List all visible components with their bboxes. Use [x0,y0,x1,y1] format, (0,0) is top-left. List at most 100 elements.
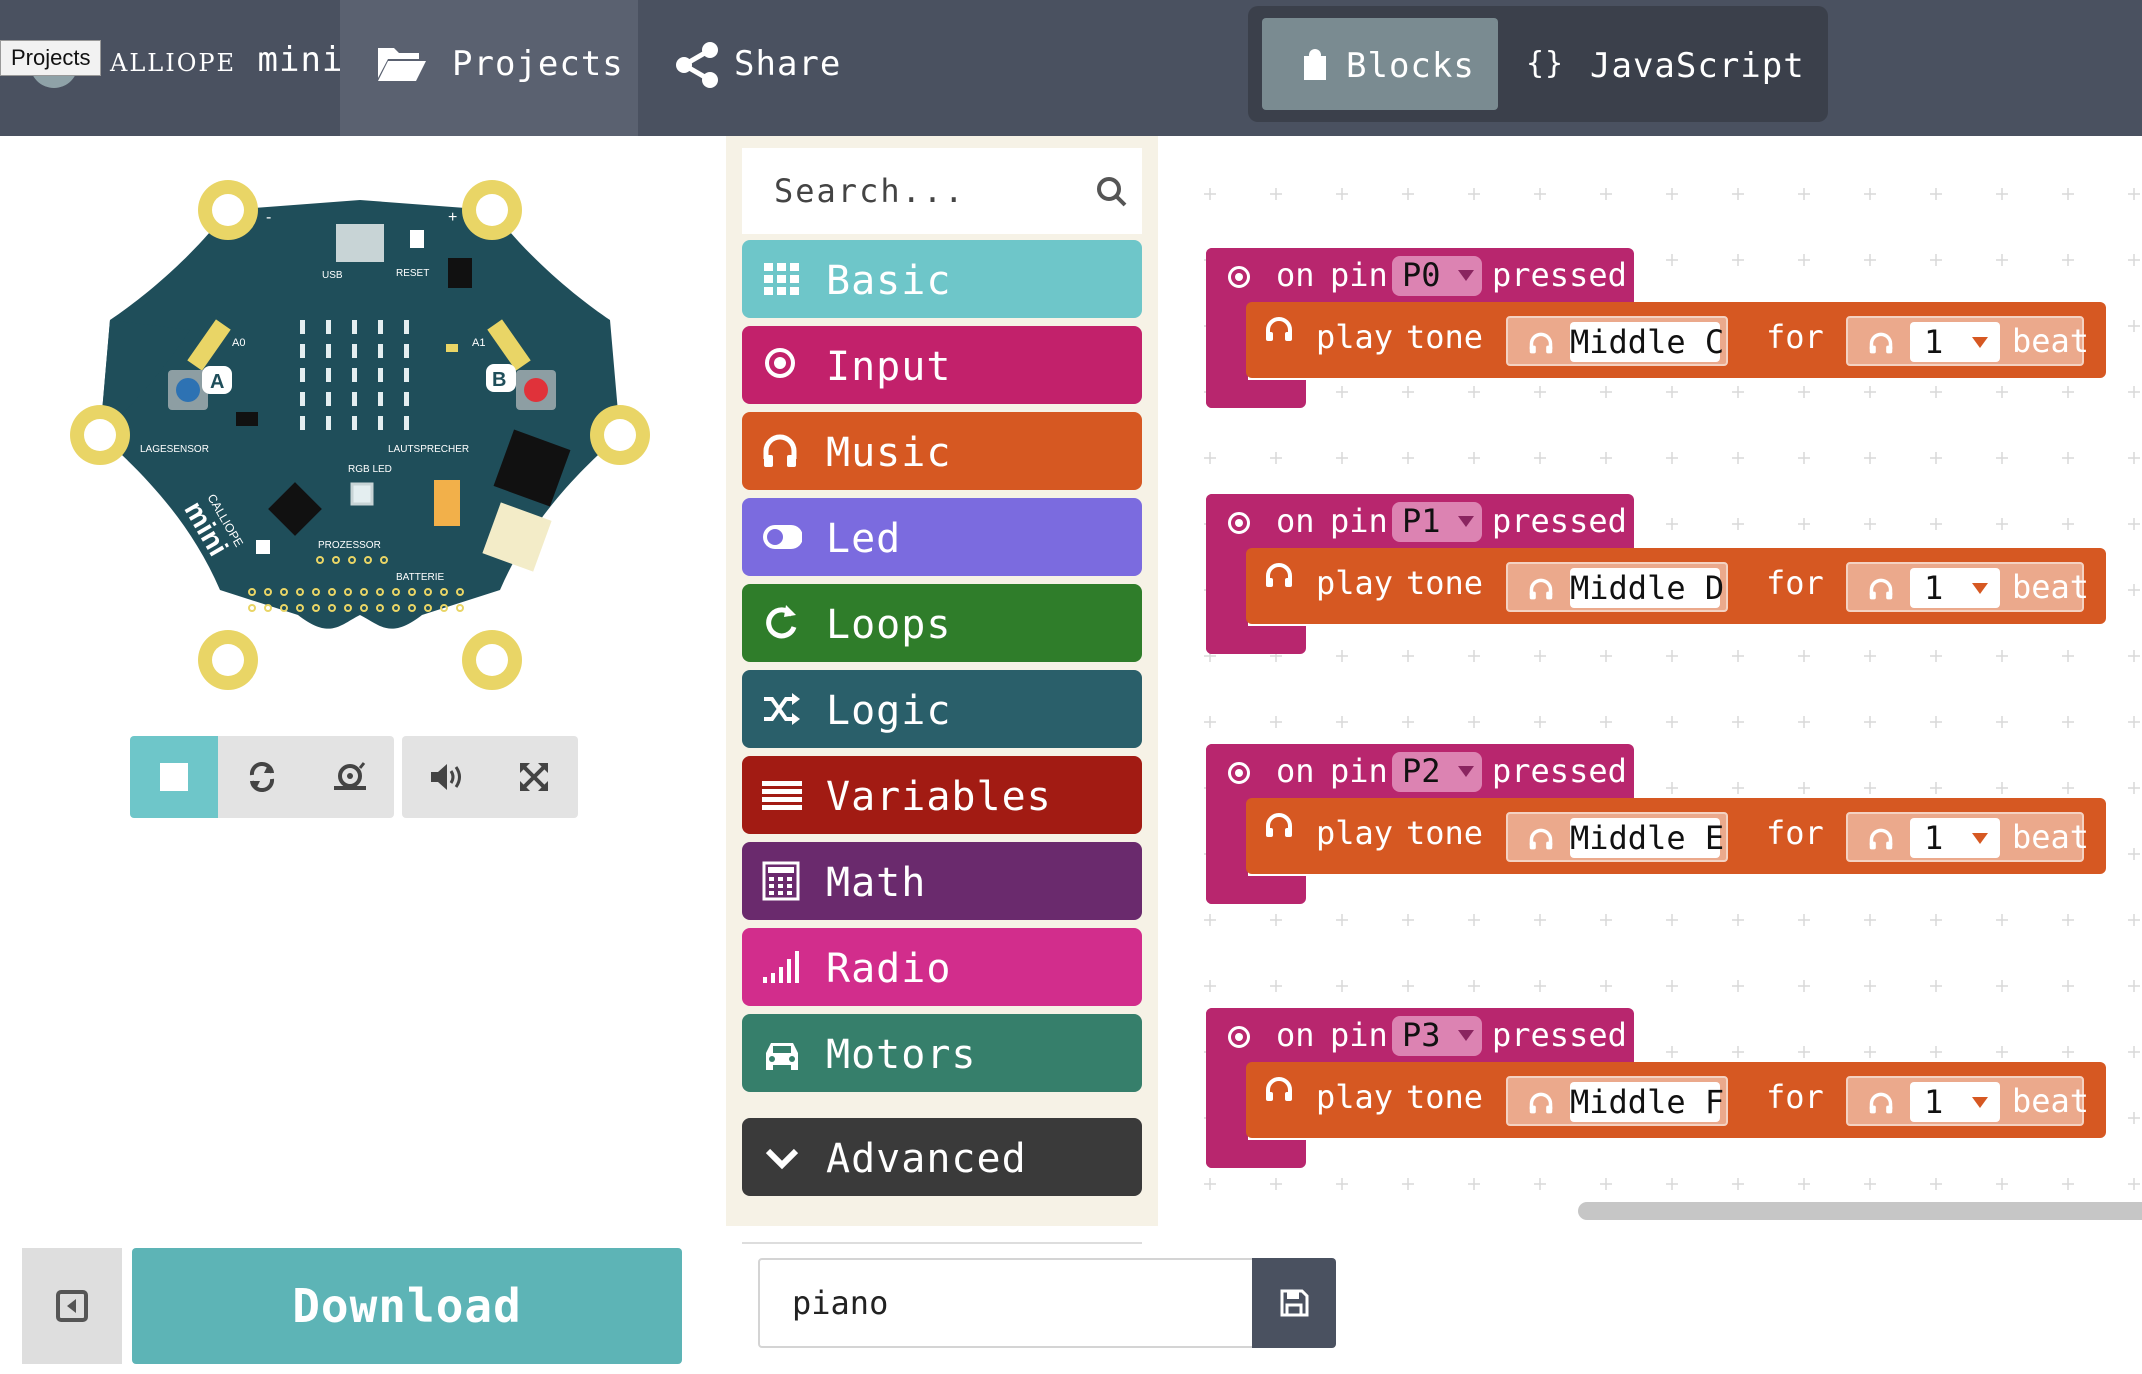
note-field[interactable]: Middle D [1506,562,1728,612]
pin-word-label: pin [1330,1016,1388,1054]
dropdown-arrow-icon [1972,1097,1988,1108]
beat-dropdown[interactable]: 1 [1910,568,2000,608]
grid-mark [2062,914,2074,926]
on-pin-pressed-block[interactable]: on pin P3 pressed play tone Middle F for… [1206,1008,2106,1178]
category-basic[interactable]: Basic [742,240,1142,318]
beat-dropdown[interactable]: 1 [1910,818,2000,858]
grid-mark [1996,716,2008,728]
restart-button[interactable] [218,736,306,818]
download-button[interactable]: Download [132,1248,682,1364]
beat-dropdown[interactable]: 1 [1910,322,2000,362]
grid-mark [1270,980,1282,992]
note-value[interactable]: Middle D [1570,568,1724,608]
dropdown-arrow-icon [1972,583,1988,594]
javascript-mode-button[interactable]: {} JavaScript [1498,18,1814,110]
pin-dropdown[interactable]: P3 [1392,1016,1482,1056]
slow-motion-button[interactable] [306,736,394,818]
category-radio[interactable]: Radio [742,928,1142,1006]
reset-button[interactable] [410,230,424,248]
category-music[interactable]: Music [742,412,1142,490]
mute-button[interactable] [402,736,490,818]
play-tone-block[interactable]: play tone Middle F for 1 beat [1246,1062,2106,1138]
play-tone-block[interactable]: play tone Middle E for 1 beat [1246,798,2106,874]
grid-mark [1996,1178,2008,1190]
grid-mark [1402,914,1414,926]
pin-dropdown[interactable]: P1 [1392,502,1482,542]
grid-mark [2128,716,2140,728]
grid-mark [2128,254,2140,266]
pin-event-icon [1228,266,1250,288]
category-math[interactable]: Math [742,842,1142,920]
grid-mark [1204,914,1216,926]
category-label: Led [826,516,902,562]
stop-button[interactable] [130,736,218,818]
headphones-icon [1529,332,1553,354]
category-motors[interactable]: Motors [742,1014,1142,1092]
beat-field[interactable]: 1 beat [1846,562,2089,612]
headphones-icon [1266,563,1292,587]
collapse-simulator-button[interactable] [22,1248,122,1364]
category-logic[interactable]: Logic [742,670,1142,748]
event-block-footer [1206,876,1306,904]
on-pin-pressed-block[interactable]: on pin P1 pressed play tone Middle D for… [1206,494,2106,664]
grid-mark [1732,188,1744,200]
grid-mark [1534,716,1546,728]
on-label: on [1276,502,1315,540]
dropdown-arrow-icon [1972,337,1988,348]
category-loops[interactable]: Loops [742,584,1142,662]
note-field[interactable]: Middle F [1506,1076,1728,1126]
grid-mark [1600,188,1612,200]
beat-field[interactable]: 1 beat [1846,812,2089,862]
grid-mark [1798,914,1810,926]
grid-mark [1666,452,1678,464]
pin-1-label: 1 [268,648,274,659]
workspace-horizontal-scrollbar[interactable] [1578,1202,2142,1220]
share-button[interactable]: Share [638,0,858,136]
note-field[interactable]: Middle C [1506,316,1728,366]
grid-mark [1930,980,1942,992]
beat-field[interactable]: 1 beat [1846,1076,2089,1126]
pressed-label: pressed [1492,256,1627,294]
save-button[interactable] [1252,1258,1336,1348]
beat-dropdown[interactable]: 1 [1910,1082,2000,1122]
projects-button[interactable]: Projects [340,0,638,136]
grid-mark [1270,452,1282,464]
blocks-mode-button[interactable]: Blocks [1262,18,1498,110]
play-tone-block[interactable]: play tone Middle D for 1 beat [1246,548,2106,624]
category-input[interactable]: Input [742,326,1142,404]
beat-field[interactable]: 1 beat [1846,316,2089,366]
grid-mark [1732,452,1744,464]
project-name-input[interactable] [760,1260,1252,1346]
search-input[interactable] [742,148,1082,234]
projects-tooltip: Projects [0,40,102,76]
pin-dropdown[interactable]: P2 [1392,752,1482,792]
grid-mark [1732,980,1744,992]
calliope-mini-simulator[interactable]: USB RESET - + A0 A1 A B LAGESENSOR LAUTS… [60,170,660,700]
folder-open-icon [378,48,426,81]
search-icon[interactable] [1096,176,1128,208]
for-label: for [1766,814,1824,852]
brand-title: ALLIOPE mini [110,40,344,80]
on-pin-pressed-block[interactable]: on pin P2 pressed play tone Middle E for… [1206,744,2106,914]
dropdown-arrow-icon [1458,270,1474,281]
plus-label: + [448,209,457,226]
expand-icon [520,763,548,791]
pin-word-label: pin [1330,502,1388,540]
note-value[interactable]: Middle F [1570,1082,1724,1122]
category-advanced[interactable]: Advanced [742,1118,1142,1196]
note-field[interactable]: Middle E [1506,812,1728,862]
category-variables[interactable]: Variables [742,756,1142,834]
grid-mark [1930,188,1942,200]
on-pin-pressed-block[interactable]: on pin P0 pressed play tone Middle C for… [1206,248,2106,418]
note-value[interactable]: Middle C [1570,322,1724,362]
pin-dropdown[interactable]: P0 [1392,256,1482,296]
blocks-workspace[interactable]: on pin P0 pressed play tone Middle C for… [1158,136,2142,1226]
fullscreen-button[interactable] [490,736,578,818]
toolbox-divider [742,1242,1142,1244]
category-led[interactable]: Led [742,498,1142,576]
play-tone-block[interactable]: play tone Middle C for 1 beat [1246,302,2106,378]
event-block-footer [1206,380,1306,408]
note-value[interactable]: Middle E [1570,818,1724,858]
share-label: Share [734,44,842,84]
grid-mark [1468,716,1480,728]
